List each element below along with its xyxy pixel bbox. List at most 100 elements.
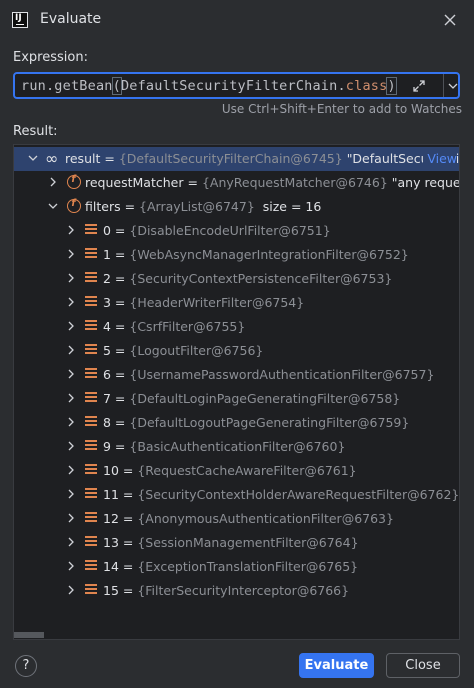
list-item[interactable]: 8 = {DefaultLogoutPageGeneratingFilter@6… xyxy=(14,411,459,435)
list-item[interactable]: 10 = {RequestCacheAwareFilter@6761} xyxy=(14,459,459,483)
chevron-right-icon[interactable] xyxy=(66,465,76,475)
list-element-icon xyxy=(85,488,97,502)
field-value: size = 16 xyxy=(262,199,322,214)
item-ref: {AnonymousAuthenticationFilter@6763} xyxy=(137,511,394,526)
list-element-icon xyxy=(85,296,97,310)
expression-divider xyxy=(443,74,444,97)
chevron-right-icon[interactable] xyxy=(66,321,76,331)
list-item[interactable]: 2 = {SecurityContextPersistenceFilter@67… xyxy=(14,267,459,291)
item-ref: {DefaultLoginPageGeneratingFilter@6758} xyxy=(129,391,401,406)
list-item[interactable]: 6 = {UsernamePasswordAuthenticationFilte… xyxy=(14,363,459,387)
chevron-right-icon[interactable] xyxy=(66,225,76,235)
item-index: 0 xyxy=(103,223,111,238)
list-item[interactable]: 13 = {SessionManagementFilter@6764} xyxy=(14,531,459,555)
field-ref: {ArrayList@6747} xyxy=(139,199,255,214)
list-element-icon xyxy=(85,440,97,454)
list-item[interactable]: 3 = {HeaderWriterFilter@6754} xyxy=(14,291,459,315)
view-link[interactable]: View xyxy=(423,151,457,166)
list-item[interactable]: 7 = {DefaultLoginPageGeneratingFilter@67… xyxy=(14,387,459,411)
result-tree[interactable]: ∞ result = {DefaultSecurityFilterChain@6… xyxy=(13,144,460,640)
field-name: requestMatcher xyxy=(85,175,184,190)
item-index: 1 xyxy=(103,247,111,262)
list-item[interactable]: 11 = {SecurityContextHolderAwareRequestF… xyxy=(14,483,459,507)
item-index: 7 xyxy=(103,391,111,406)
chevron-right-icon[interactable] xyxy=(66,561,76,571)
chevron-right-icon[interactable] xyxy=(66,369,76,379)
chevron-right-icon[interactable] xyxy=(48,177,58,187)
close-icon[interactable] xyxy=(440,10,460,30)
item-ref: {SessionManagementFilter@6764} xyxy=(137,535,359,550)
chevron-down-icon[interactable] xyxy=(48,201,58,211)
item-index: 4 xyxy=(103,319,111,334)
close-button[interactable]: Close xyxy=(386,653,460,678)
list-item[interactable]: 15 = {FilterSecurityInterceptor@6766} xyxy=(14,579,459,603)
expression-label: Expression: xyxy=(13,50,88,65)
scrollbar-thumb[interactable] xyxy=(14,632,44,638)
item-index: 15 xyxy=(103,583,119,598)
chevron-down-icon[interactable] xyxy=(447,80,459,92)
list-element-icon xyxy=(85,512,97,526)
list-element-icon xyxy=(85,248,97,262)
item-ref: {LogoutFilter@6756} xyxy=(129,343,264,358)
expand-icon[interactable] xyxy=(411,78,427,94)
help-button[interactable]: ? xyxy=(15,655,37,677)
chevron-right-icon[interactable] xyxy=(66,393,76,403)
chevron-right-icon[interactable] xyxy=(66,249,76,259)
list-element-icon xyxy=(85,584,97,598)
chevron-right-icon[interactable] xyxy=(66,585,76,595)
chevron-right-icon[interactable] xyxy=(66,417,76,427)
item-index: 13 xyxy=(103,535,119,550)
list-element-icon xyxy=(85,416,97,430)
item-ref: {SecurityContextHolderAwareRequestFilter… xyxy=(137,487,460,502)
field-icon: f xyxy=(67,174,81,189)
list-element-icon xyxy=(85,560,97,574)
field-name: filters xyxy=(85,199,121,214)
list-element-icon xyxy=(85,320,97,334)
item-index: 10 xyxy=(103,463,119,478)
list-element-icon xyxy=(85,536,97,550)
result-name: result xyxy=(65,151,101,166)
chevron-right-icon[interactable] xyxy=(66,489,76,499)
tree-row-requestmatcher[interactable]: f requestMatcher = {AnyRequestMatcher@67… xyxy=(14,171,459,195)
item-ref: {UsernamePasswordAuthenticationFilter@67… xyxy=(129,367,435,382)
window-title: Evaluate xyxy=(40,11,102,27)
tree-row-result[interactable]: ∞ result = {DefaultSecurityFilterChain@6… xyxy=(14,147,459,171)
list-item[interactable]: 4 = {CsrfFilter@6755} xyxy=(14,315,459,339)
list-element-icon xyxy=(85,464,97,478)
list-item[interactable]: 1 = {WebAsyncManagerIntegrationFilter@67… xyxy=(14,243,459,267)
list-element-icon xyxy=(85,224,97,238)
horizontal-scrollbar[interactable] xyxy=(14,631,459,639)
item-ref: {CsrfFilter@6755} xyxy=(129,319,246,334)
list-element-icon xyxy=(85,272,97,286)
list-item[interactable]: 12 = {AnonymousAuthenticationFilter@6763… xyxy=(14,507,459,531)
result-ref: {DefaultSecurityFilterChain@6745} xyxy=(118,151,343,166)
expression-value[interactable]: run.getBean(DefaultSecurityFilterChain.c… xyxy=(21,77,397,95)
chevron-right-icon[interactable] xyxy=(66,513,76,523)
list-item[interactable]: 9 = {BasicAuthenticationFilter@6760} xyxy=(14,435,459,459)
list-item[interactable]: 5 = {LogoutFilter@6756} xyxy=(14,339,459,363)
list-item[interactable]: 0 = {DisableEncodeUrlFilter@6751} xyxy=(14,219,459,243)
item-index: 5 xyxy=(103,343,111,358)
chevron-right-icon[interactable] xyxy=(66,273,76,283)
item-ref: {HeaderWriterFilter@6754} xyxy=(129,295,305,310)
item-ref: {DisableEncodeUrlFilter@6751} xyxy=(129,223,331,238)
field-ref: {AnyRequestMatcher@6746} xyxy=(201,175,388,190)
list-item[interactable]: 14 = {ExceptionTranslationFilter@6765} xyxy=(14,555,459,579)
chevron-right-icon[interactable] xyxy=(66,441,76,451)
item-index: 3 xyxy=(103,295,111,310)
field-icon: f xyxy=(67,198,81,213)
chevron-right-icon[interactable] xyxy=(66,297,76,307)
chevron-down-icon[interactable] xyxy=(28,153,38,163)
list-element-icon xyxy=(85,344,97,358)
item-ref: {DefaultLogoutPageGeneratingFilter@6759} xyxy=(129,415,410,430)
evaluate-button[interactable]: Evaluate xyxy=(299,653,374,678)
intellij-app-icon: IJ xyxy=(12,12,28,28)
item-index: 11 xyxy=(103,487,119,502)
item-ref: {WebAsyncManagerIntegrationFilter@6752} xyxy=(129,247,409,262)
item-index: 8 xyxy=(103,415,111,430)
expression-input[interactable]: run.getBean(DefaultSecurityFilterChain.c… xyxy=(13,72,460,99)
title-bar: IJ Evaluate xyxy=(0,0,474,40)
chevron-right-icon[interactable] xyxy=(66,537,76,547)
chevron-right-icon[interactable] xyxy=(66,345,76,355)
tree-row-filters[interactable]: f filters = {ArrayList@6747} size = 16 xyxy=(14,195,459,219)
